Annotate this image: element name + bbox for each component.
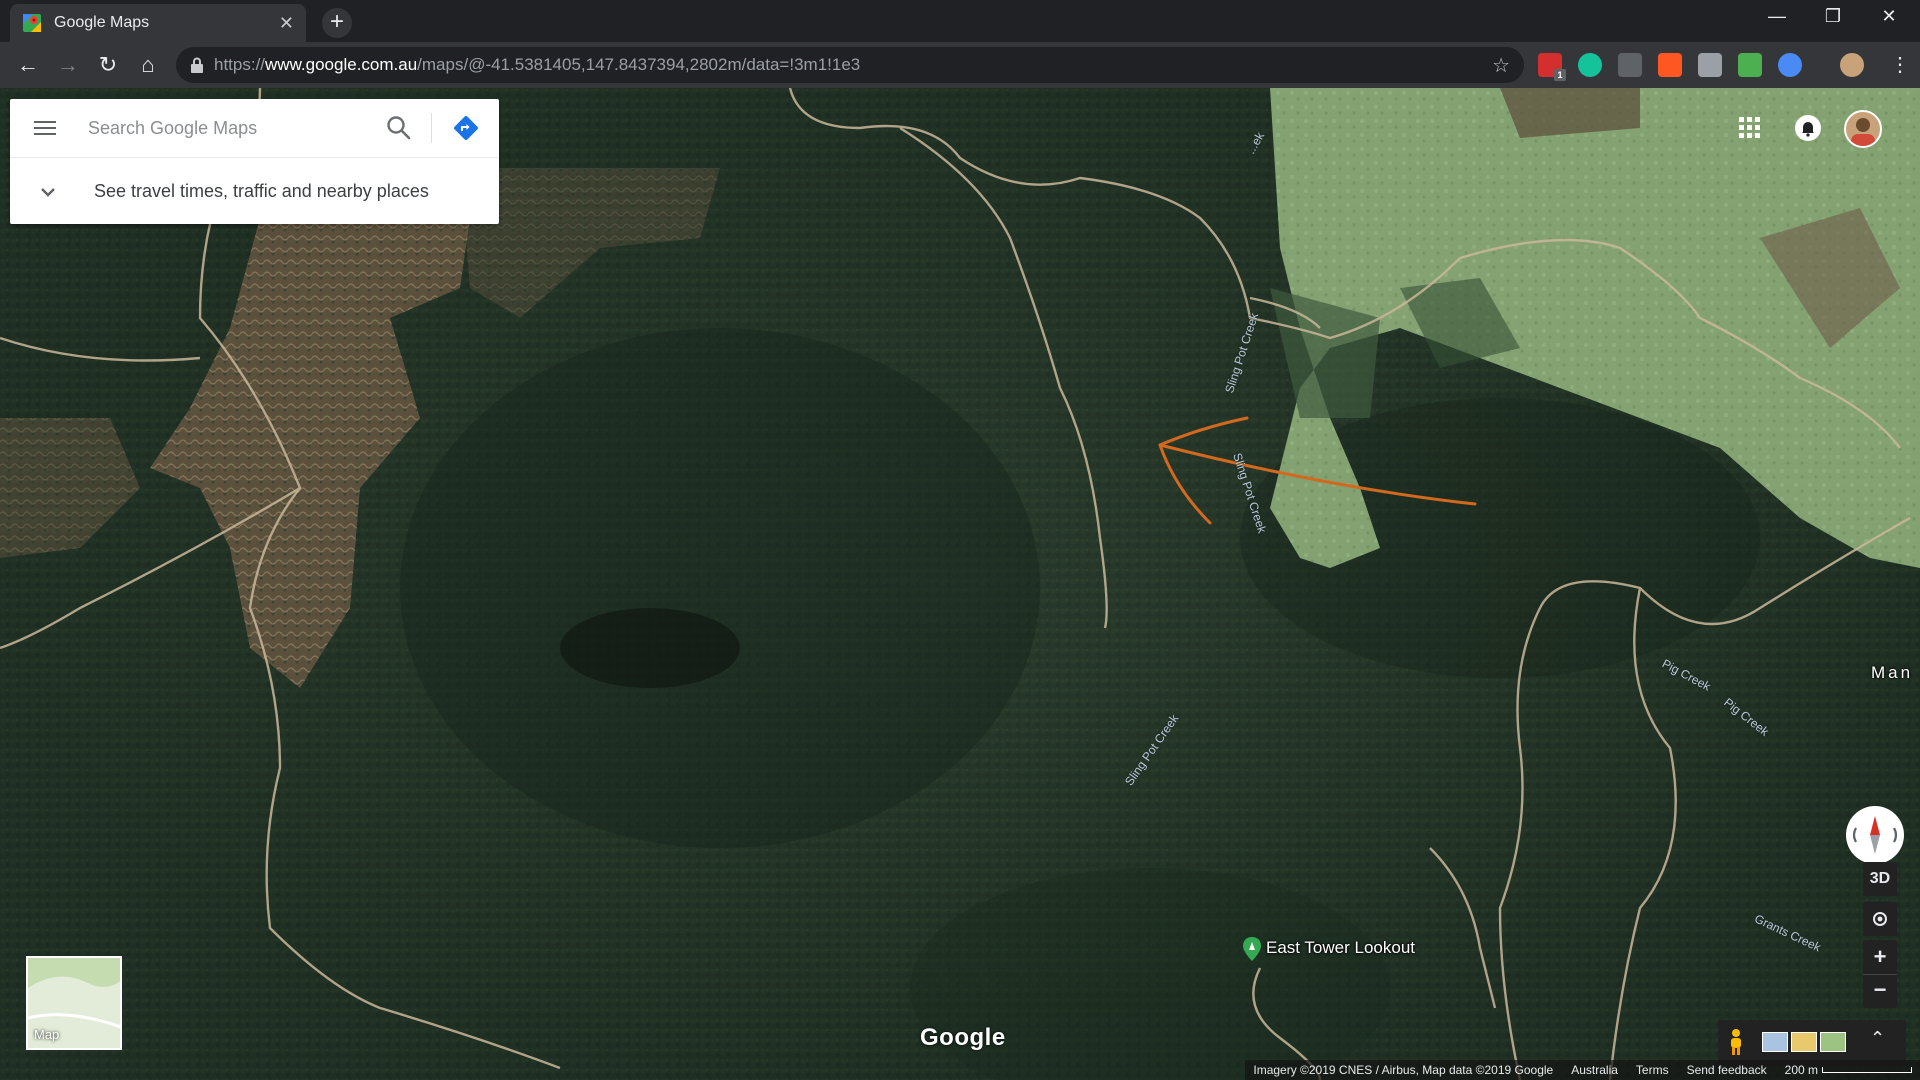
url-host: www.google.com.au [265,55,418,74]
bookmark-star-icon[interactable]: ☆ [1492,53,1510,78]
scale-label: 200 m [1784,1063,1818,1077]
grammarly-icon[interactable] [1578,53,1602,77]
travel-times-text: See travel times, traffic and nearby pla… [94,181,429,201]
search-divider [431,113,432,143]
browser-toolbar: ← → ↻ ⌂ https://www.google.com.au/maps/@… [0,42,1920,88]
chevron-down-icon [41,187,55,197]
map-layer-label: Map [34,1027,60,1042]
close-window-icon[interactable]: ✕ [1866,6,1912,27]
lookout-pin-icon[interactable] [1243,937,1261,961]
scale-bar[interactable]: 200 m [1785,1063,1912,1077]
bicycle-layer-thumb[interactable] [1820,1032,1846,1052]
scale-bar-line [1822,1067,1912,1073]
minimize-window-icon[interactable]: — [1754,6,1800,27]
search-card: See travel times, traffic and nearby pla… [10,99,499,224]
adblock-icon[interactable]: 1 [1538,53,1566,81]
reddit-icon[interactable] [1658,53,1682,77]
attribution-bar: Imagery ©2019 CNES / Airbus, Map data ©2… [0,1060,1920,1080]
extension-badge: 1 [1554,69,1566,81]
leaf-icon[interactable] [1738,53,1762,77]
tab-strip: Google Maps ✕ + — ❐ ✕ [0,0,1920,42]
travel-times-row[interactable]: See travel times, traffic and nearby pla… [10,157,499,225]
globe-icon[interactable] [1778,53,1802,77]
transit-layer-thumb[interactable] [1791,1032,1817,1052]
close-tab-icon[interactable]: ✕ [279,13,294,34]
google-apps-icon[interactable] [1739,117,1761,139]
terms-link[interactable]: Terms [1636,1063,1669,1077]
url-path: /maps/@-41.5381405,147.8437394,2802m/dat… [417,55,861,74]
notifications-bell-icon[interactable] [1795,115,1821,141]
poi-east-tower-lookout[interactable]: East Tower Lookout [1266,938,1415,958]
url-prefix: https:// [214,55,266,74]
account-avatar[interactable] [1844,110,1882,148]
google-logo: Google [920,1024,1006,1051]
forward-arrow-icon[interactable]: → [54,51,82,79]
search-input[interactable] [86,116,370,140]
url-text: https://www.google.com.au/maps/@-41.5381… [214,55,1492,75]
zoom-in-button[interactable]: + [1863,940,1897,974]
directions-icon[interactable] [453,115,479,141]
layer-thumbnails[interactable] [1762,1032,1846,1052]
place-label-partial[interactable]: Man [1871,663,1913,683]
my-location-button[interactable] [1863,902,1897,936]
map-layer-toggle[interactable]: Map [26,956,122,1050]
send-feedback-link[interactable]: Send feedback [1687,1063,1767,1077]
tab-google-maps[interactable]: Google Maps ✕ [10,4,306,42]
search-row [10,99,499,157]
imagery-attribution: Imagery ©2019 CNES / Airbus, Map data ©2… [1253,1063,1554,1077]
compass-control[interactable] [1846,806,1904,864]
3d-toggle-button[interactable]: 3D [1863,862,1897,896]
chat-icon[interactable] [1698,53,1722,77]
google-maps-favicon-icon [23,14,41,32]
address-bar[interactable]: https://www.google.com.au/maps/@-41.5381… [176,47,1524,83]
expand-up-icon[interactable]: ⌃ [1870,1028,1885,1049]
glasses-icon[interactable] [1618,53,1642,77]
region-link[interactable]: Australia [1571,1063,1618,1077]
satellite-imagery [0,88,1920,1080]
my-location-icon [1873,912,1887,926]
menu-icon[interactable] [34,117,56,139]
tab-title: Google Maps [54,14,150,31]
home-icon[interactable]: ⌂ [134,51,162,79]
compass-icon [1852,816,1898,854]
pegman-icon[interactable] [1728,1028,1744,1056]
reload-icon[interactable]: ↻ [94,51,122,79]
browser-menu-icon[interactable]: ⋮ [1890,52,1910,77]
satellite-map[interactable]: Sling Pot Creek Sling Pot Creek Sling Po… [0,88,1920,1080]
back-arrow-icon[interactable]: ← [14,51,42,79]
terrain-layer-thumb[interactable] [1762,1032,1788,1052]
search-icon[interactable] [386,115,412,141]
restore-window-icon[interactable]: ❐ [1810,6,1856,27]
profile-icon[interactable] [1840,53,1864,77]
lock-icon [191,57,203,73]
zoom-controls: + − [1863,940,1897,1008]
zoom-out-button[interactable]: − [1863,974,1897,1009]
new-tab-button[interactable]: + [322,8,352,38]
